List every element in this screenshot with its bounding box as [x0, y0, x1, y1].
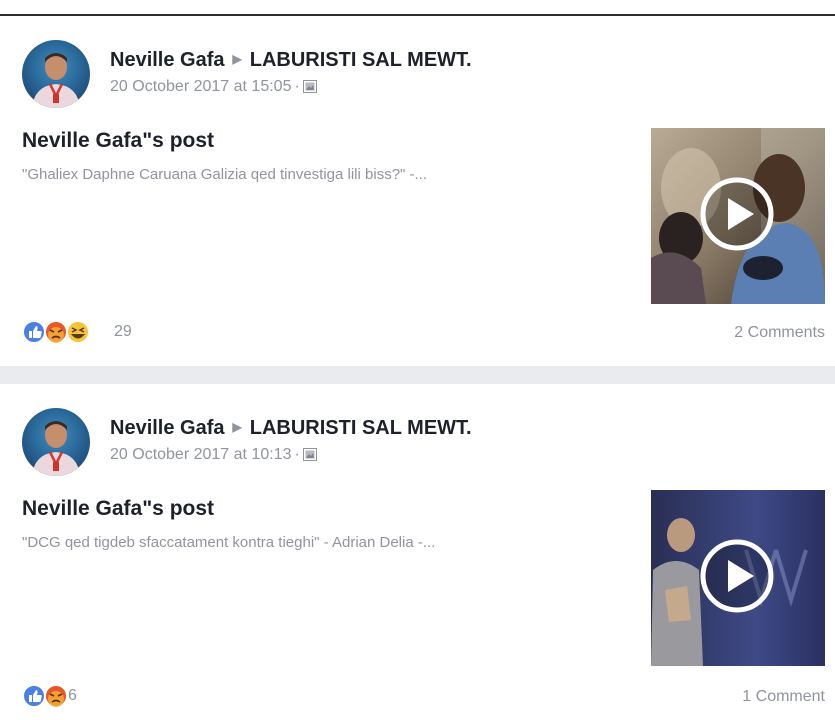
triangle-right-icon: ▶	[232, 52, 242, 66]
post-meta: 20 October 2017 at 15:05 ·	[110, 78, 317, 96]
group-name[interactable]: LABURISTI SAL MEWT.	[250, 417, 472, 439]
video-thumbnail[interactable]	[651, 128, 825, 304]
comments-link[interactable]: 2 Comments	[734, 324, 825, 342]
post-header: Neville Gafa ▶ LABURISTI SAL MEWT.	[110, 417, 472, 440]
post-meta: 20 October 2017 at 10:13 ·	[110, 446, 317, 464]
meta-separator: ·	[294, 78, 300, 95]
play-icon[interactable]	[699, 538, 775, 614]
post-excerpt[interactable]: "Ghaliex Daphne Caruana Galizia qed tinv…	[22, 166, 427, 183]
post-excerpt[interactable]: "DCG qed tigdeb sfaccatament kontra tieg…	[22, 534, 435, 551]
reaction-summary[interactable]: 29	[22, 319, 132, 345]
post-separator	[0, 366, 835, 384]
triangle-right-icon: ▶	[232, 420, 242, 434]
post-header: Neville Gafa ▶ LABURISTI SAL MEWT.	[110, 49, 472, 72]
like-icon	[22, 684, 46, 708]
haha-icon	[66, 320, 90, 344]
reaction-count: 6	[68, 687, 77, 704]
avatar[interactable]	[22, 40, 90, 108]
feed-post: Neville Gafa ▶ LABURISTI SAL MEWT. 20 Octo…	[0, 16, 835, 366]
author-name[interactable]: Neville Gafa	[110, 417, 225, 439]
album-icon	[302, 80, 317, 93]
top-divider	[0, 0, 835, 16]
timestamp[interactable]: 20 October 2017 at 15:05	[110, 78, 291, 95]
group-name[interactable]: LABURISTI SAL MEWT.	[250, 49, 472, 71]
reaction-count: 29	[114, 323, 132, 340]
feed-post: Neville Gafa ▶ LABURISTI SAL MEWT. 20 Octo…	[0, 384, 835, 720]
play-icon[interactable]	[699, 176, 775, 252]
post-title[interactable]: Neville Gafa"s post	[22, 129, 214, 153]
reaction-summary[interactable]: 6	[22, 683, 77, 709]
meta-separator: ·	[294, 446, 300, 463]
like-icon	[22, 320, 46, 344]
angry-icon	[44, 684, 68, 708]
reaction-icons	[22, 319, 106, 345]
author-name[interactable]: Neville Gafa	[110, 49, 225, 71]
video-thumbnail[interactable]	[651, 490, 825, 666]
angry-icon	[44, 320, 68, 344]
post-title[interactable]: Neville Gafa"s post	[22, 497, 214, 521]
avatar[interactable]	[22, 408, 90, 476]
comments-link[interactable]: 1 Comment	[742, 688, 825, 706]
album-icon	[302, 448, 317, 461]
timestamp[interactable]: 20 October 2017 at 10:13	[110, 446, 291, 463]
